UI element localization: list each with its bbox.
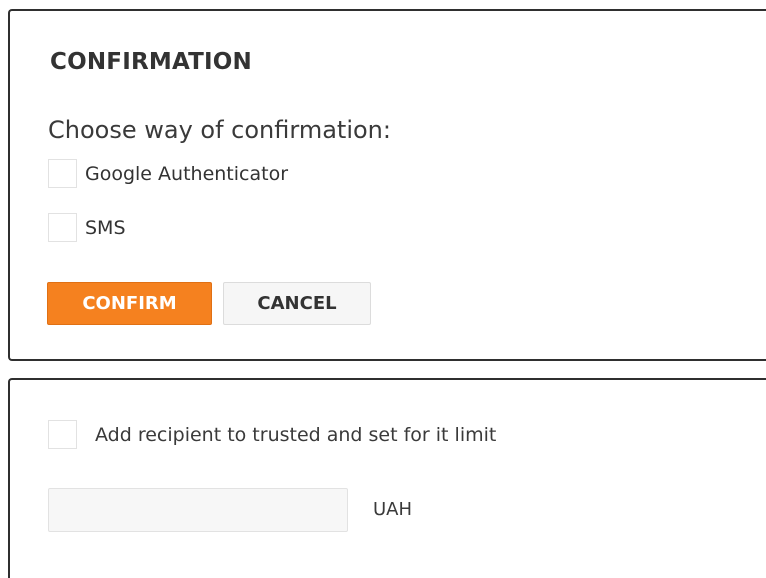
confirm-button[interactable]: CONFIRM	[47, 282, 212, 325]
google-authenticator-option[interactable]: Google Authenticator	[48, 159, 288, 188]
google-authenticator-label: Google Authenticator	[85, 162, 289, 185]
trusted-recipient-panel: Add recipient to trusted and set for it …	[8, 378, 766, 578]
confirmation-prompt: Choose way of confirmation:	[48, 116, 391, 144]
currency-label: UAH	[373, 499, 413, 520]
sms-option[interactable]: SMS	[48, 213, 126, 242]
confirmation-panel: CONFIRMATION Choose way of confirmation:…	[8, 9, 766, 361]
trusted-recipient-checkbox[interactable]	[48, 420, 77, 449]
google-authenticator-checkbox[interactable]	[48, 159, 77, 188]
trusted-recipient-label: Add recipient to trusted and set for it …	[95, 423, 497, 446]
confirmation-title: CONFIRMATION	[50, 49, 253, 75]
cancel-button[interactable]: CANCEL	[223, 282, 371, 325]
sms-label: SMS	[85, 216, 126, 239]
limit-amount-input[interactable]	[48, 488, 348, 532]
sms-checkbox[interactable]	[48, 213, 77, 242]
trusted-recipient-option[interactable]: Add recipient to trusted and set for it …	[48, 420, 496, 449]
